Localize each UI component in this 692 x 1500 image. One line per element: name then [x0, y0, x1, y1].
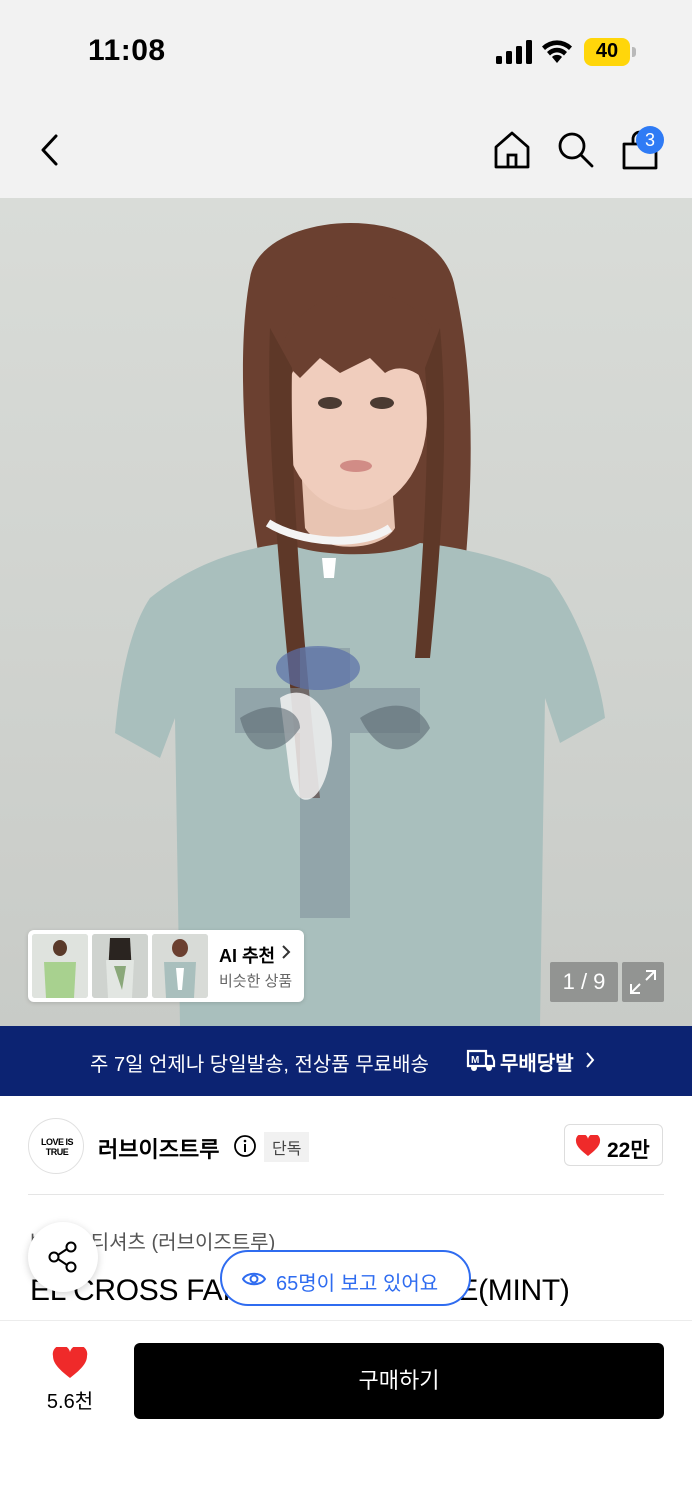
- expand-image-button[interactable]: [622, 962, 664, 1002]
- image-page-counter: 1 / 9: [550, 962, 618, 1002]
- wifi-icon: [542, 40, 572, 63]
- ai-thumb-2[interactable]: [92, 934, 148, 998]
- cart-count-badge: 3: [636, 126, 664, 154]
- brand-row[interactable]: LOVE IS TRUE 러브이즈트루 단독 22만: [0, 1096, 692, 1196]
- share-button[interactable]: [28, 1222, 98, 1292]
- ai-thumb-1[interactable]: [32, 934, 88, 998]
- signal-icon: [496, 40, 532, 64]
- brand-like-button[interactable]: 22만: [564, 1124, 663, 1166]
- brand-like-count: 22만: [607, 1139, 650, 1162]
- battery-level: 40: [595, 40, 619, 62]
- chevron-right-icon: [586, 1052, 595, 1068]
- info-icon[interactable]: [233, 1134, 257, 1158]
- brand-name[interactable]: 러브이즈트루: [98, 1132, 219, 1164]
- divider: [28, 1194, 664, 1195]
- battery-icon: 40: [584, 38, 636, 66]
- viewers-text: 65명이 보고 있어요: [276, 1273, 439, 1295]
- status-bar: 11:08 40: [0, 0, 692, 100]
- expand-icon: [630, 970, 656, 994]
- viewers-count-pill: 65명이 보고 있어요: [220, 1250, 471, 1306]
- product-photo: [115, 223, 605, 1026]
- promo-brand: 무배당발: [500, 1053, 574, 1075]
- search-icon[interactable]: [554, 128, 596, 170]
- exclusive-tag: 단독: [264, 1132, 310, 1162]
- chevron-right-icon: [282, 945, 291, 959]
- bottom-action-bar: 5.6천 구매하기: [0, 1320, 692, 1500]
- product-title-end: E(MINT): [458, 1274, 570, 1307]
- wishlist-count: 5.6천: [46, 1391, 94, 1413]
- delivery-truck-icon: M: [466, 1049, 496, 1071]
- promo-text: 주 7일 언제나 당일발송, 전상품 무료배송: [90, 1054, 429, 1076]
- ai-recommend-subtitle: 비슷한 상품: [219, 973, 293, 990]
- product-image-gallery[interactable]: AI 추천 비슷한 상품 1 / 9: [0, 198, 692, 1026]
- share-icon: [48, 1241, 77, 1273]
- eye-icon: [242, 1272, 266, 1286]
- top-nav: 3: [0, 100, 692, 198]
- svg-text:M: M: [471, 1055, 479, 1066]
- wishlist-heart-icon[interactable]: [52, 1347, 88, 1379]
- heart-icon: [575, 1135, 601, 1156]
- home-icon[interactable]: [490, 128, 534, 172]
- ai-thumb-3[interactable]: [152, 934, 208, 998]
- ai-recommend-title: AI 추천: [219, 946, 276, 966]
- brand-logo[interactable]: LOVE IS TRUE: [28, 1118, 84, 1174]
- status-time: 11:08: [88, 34, 166, 67]
- ai-recommend-card[interactable]: AI 추천 비슷한 상품: [28, 930, 304, 1002]
- back-icon[interactable]: [32, 130, 68, 170]
- buy-button[interactable]: 구매하기: [134, 1343, 664, 1419]
- shipping-promo-banner[interactable]: 주 7일 언제나 당일발송, 전상품 무료배송 M 무배당발: [0, 1026, 692, 1096]
